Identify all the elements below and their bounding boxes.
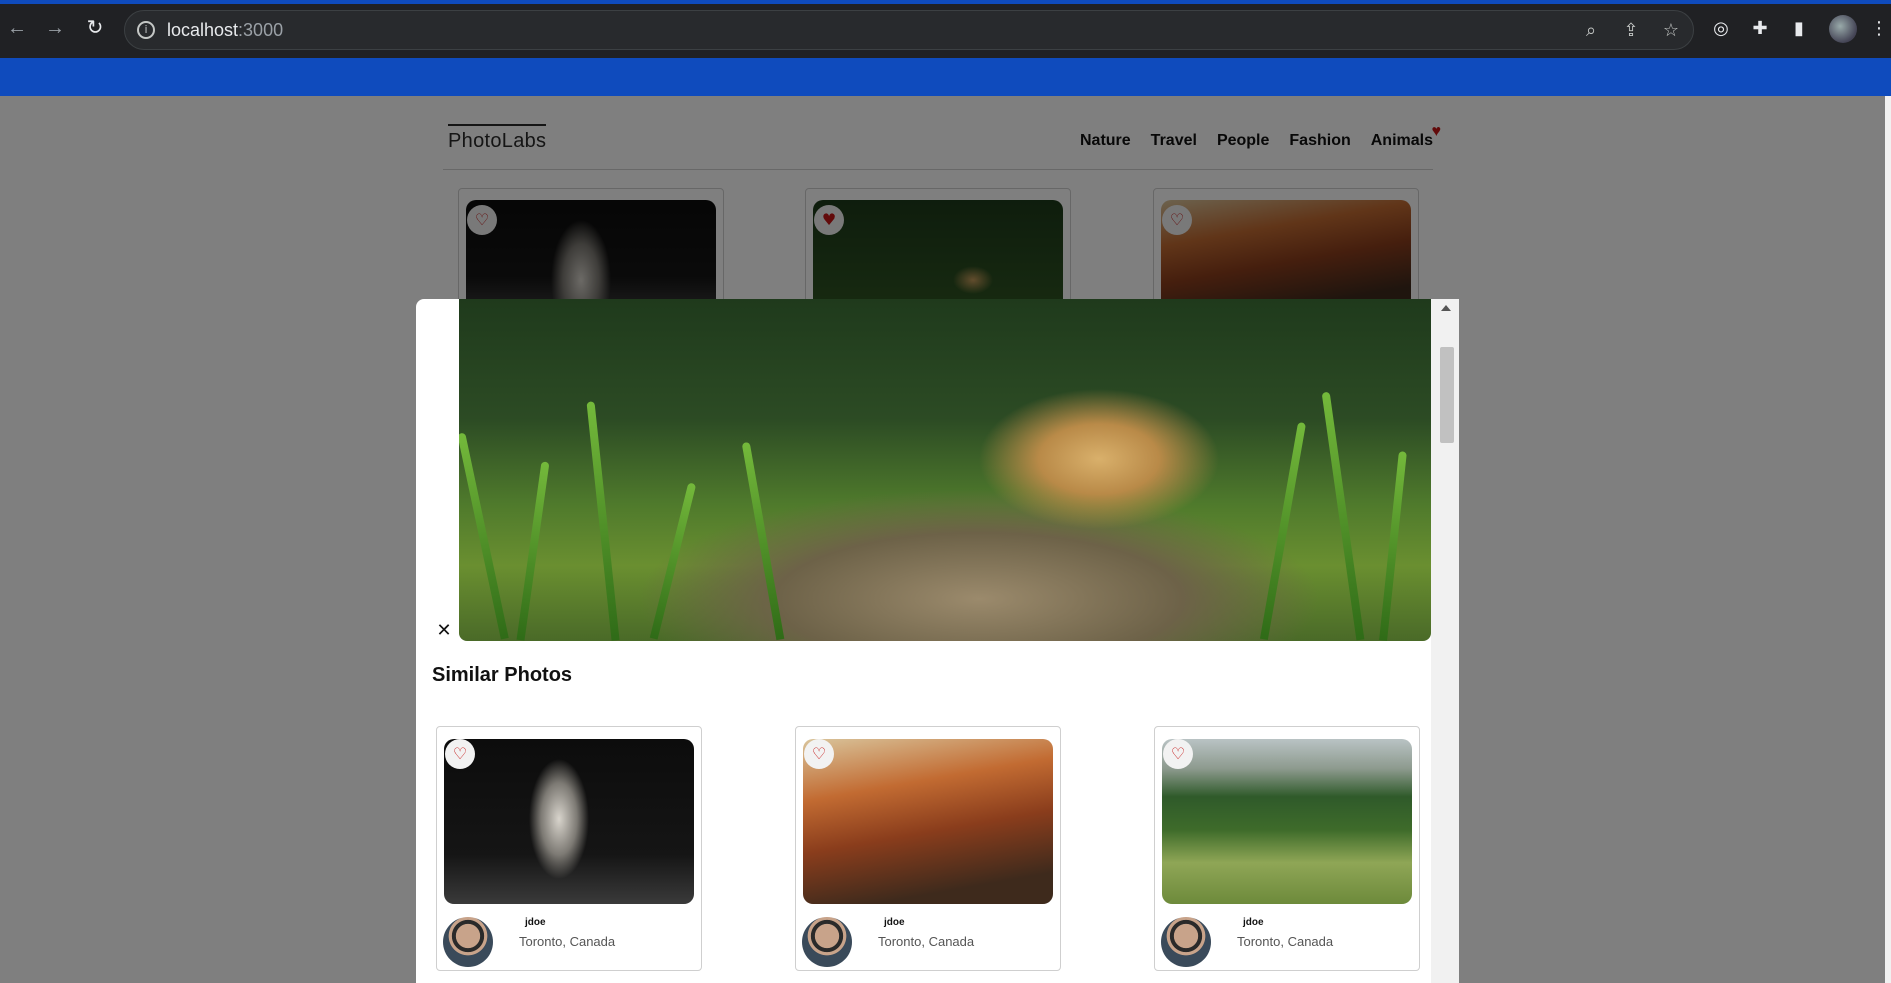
photo-image[interactable] — [803, 739, 1053, 904]
avatar — [1161, 917, 1211, 967]
side-panel-icon[interactable]: ▮ — [1786, 16, 1812, 42]
heart-icon[interactable]: ♡ — [1163, 739, 1193, 769]
grass-decoration — [1321, 391, 1365, 641]
photo-image[interactable] — [444, 739, 694, 904]
forward-icon[interactable]: → — [42, 15, 68, 41]
address-bar[interactable]: i localhost:3000 ⌕ ⇪ ☆ — [124, 10, 1694, 50]
photographer-location: Toronto, Canada — [519, 934, 616, 949]
extensions-puzzle-icon[interactable]: ✚ — [1747, 16, 1773, 42]
photographer-username: jdoe — [525, 917, 546, 928]
similar-photos-heading: Similar Photos — [432, 664, 573, 686]
grass-decoration — [741, 441, 785, 641]
photographer-location: Toronto, Canada — [1237, 934, 1334, 949]
grass-decoration — [516, 461, 550, 641]
browser-toolbar: ← → ↻ i localhost:3000 ⌕ ⇪ ☆ ◎ ✚ ▮ ⋮ — [0, 0, 1891, 58]
profile-avatar[interactable] — [1829, 15, 1857, 43]
avatar — [802, 917, 852, 967]
selected-photo — [459, 299, 1431, 641]
menu-dots-icon[interactable]: ⋮ — [1866, 16, 1891, 42]
zoom-icon[interactable]: ⌕ — [1579, 19, 1603, 43]
grass-decoration — [1379, 451, 1407, 641]
heart-icon[interactable]: ♡ — [445, 739, 475, 769]
back-icon[interactable]: ← — [4, 15, 30, 41]
share-icon[interactable]: ⇪ — [1619, 19, 1643, 43]
similar-photo-card[interactable]: ♡ jdoe Toronto, Canada — [1154, 726, 1420, 971]
browser-chrome: ← → ↻ i localhost:3000 ⌕ ⇪ ☆ ◎ ✚ ▮ ⋮ — [0, 0, 1891, 96]
photographer-username: jdoe — [1243, 917, 1264, 928]
url-text[interactable]: localhost:3000 — [167, 20, 283, 41]
grass-decoration — [459, 432, 509, 640]
heart-icon[interactable]: ♡ — [804, 739, 834, 769]
site-info-icon[interactable]: i — [137, 21, 155, 39]
grass-decoration — [586, 401, 620, 641]
page-scrollbar[interactable] — [1885, 96, 1891, 983]
close-icon[interactable]: ✕ — [434, 621, 454, 641]
modal-scrollbar[interactable] — [1431, 299, 1459, 983]
similar-photo-card[interactable]: ♡ jdoe Toronto, Canada — [795, 726, 1061, 971]
reload-icon[interactable]: ↻ — [82, 15, 108, 41]
avatar — [443, 917, 493, 967]
similar-photo-card[interactable]: ♡ jdoe Toronto, Canada — [436, 726, 702, 971]
bookmark-star-icon[interactable]: ☆ — [1659, 19, 1683, 43]
grass-decoration — [1259, 421, 1307, 641]
photo-image[interactable] — [1162, 739, 1412, 904]
photographer-username: jdoe — [884, 917, 905, 928]
scroll-up-arrow-icon[interactable] — [1441, 305, 1451, 311]
grass-decoration — [649, 482, 697, 640]
tab-strip — [0, 0, 1891, 4]
extension-globe-icon[interactable]: ◎ — [1708, 16, 1734, 42]
photographer-location: Toronto, Canada — [878, 934, 975, 949]
scrollbar-thumb[interactable] — [1440, 347, 1454, 443]
photo-details-modal: ✕ Similar Photos ♡ jdoe Toronto, Canada … — [416, 299, 1459, 983]
